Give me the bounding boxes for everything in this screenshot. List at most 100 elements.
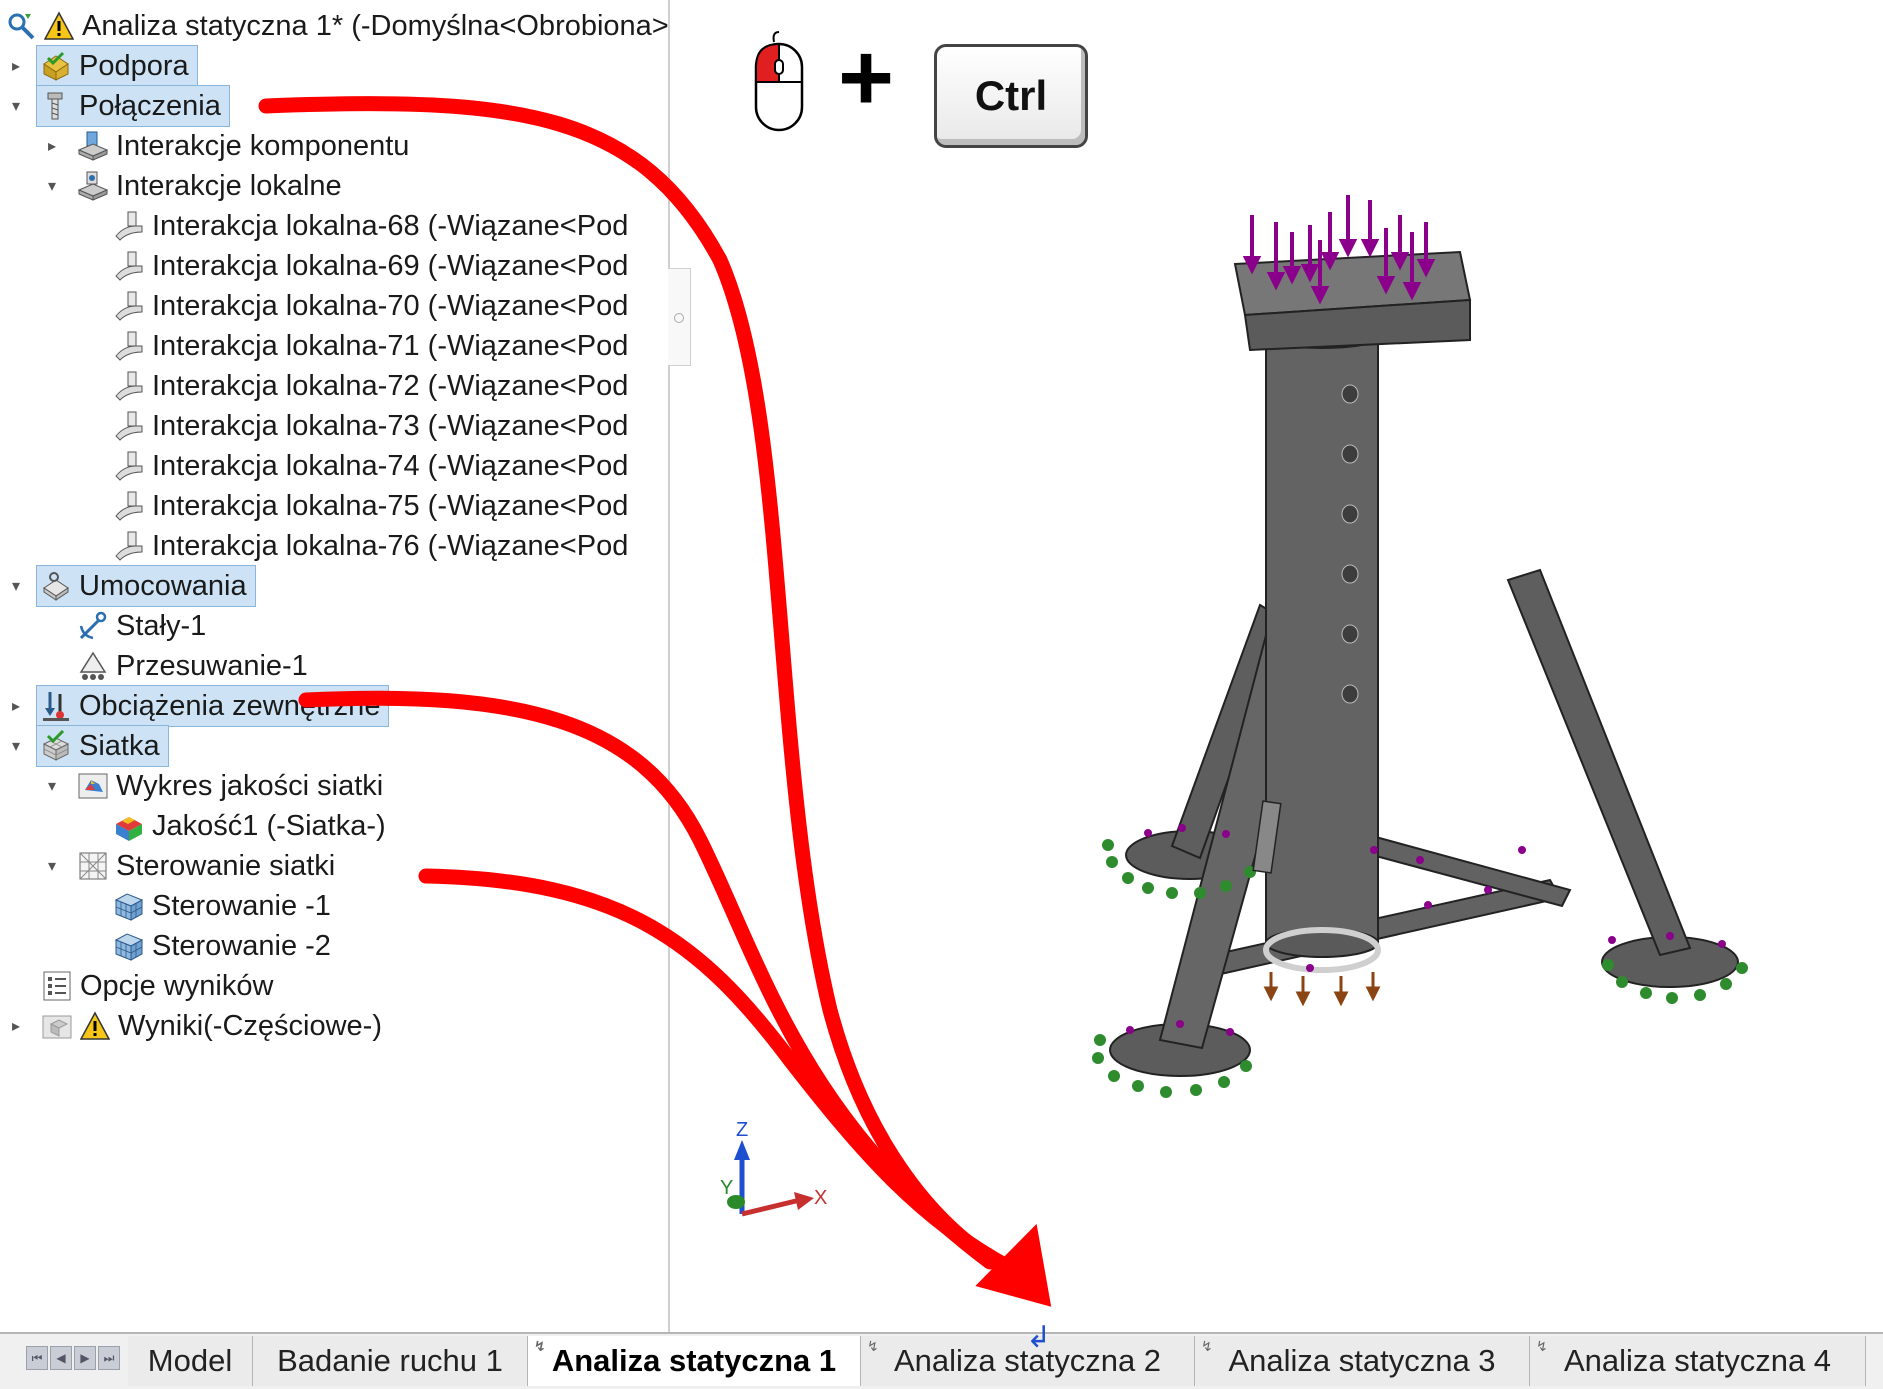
results-folder-icon xyxy=(38,1007,76,1045)
collapse-arrow-icon[interactable]: ▾ xyxy=(6,736,26,756)
tab-label: Badanie ruchu 1 xyxy=(277,1343,503,1378)
tree-item-label: Podpora xyxy=(79,50,189,82)
next-tab-icon[interactable]: ▶ xyxy=(74,1346,96,1370)
expand-arrow-icon[interactable]: ▸ xyxy=(6,56,26,76)
tree-item-sterowanie-2[interactable]: Sterowanie -2 xyxy=(110,926,335,966)
tab-label: Analiza statyczna 3 xyxy=(1228,1343,1496,1378)
tree-item-label: Opcje wyników xyxy=(80,970,274,1002)
bonded-interaction-icon xyxy=(110,487,148,525)
warning-icon xyxy=(76,1007,114,1045)
tree-root[interactable]: Analiza statyczna 1* (-Domyślna<Obrobion… xyxy=(2,6,670,46)
bonded-interaction-icon xyxy=(110,247,148,285)
last-tab-icon[interactable]: ⏭ xyxy=(98,1346,120,1370)
tree-item-label: Interakcja lokalna-70 (-Wiązane<Pod xyxy=(152,290,629,322)
tree-item-przesuwanie[interactable]: Przesuwanie-1 xyxy=(74,646,312,686)
tree-item-local-interaction[interactable]: Interakcja lokalna-74 (-Wiązane<Pod xyxy=(110,446,632,486)
tree-item-wykres[interactable]: ▾ Wykres jakości siatki xyxy=(0,766,387,806)
tree-item-label: Interakcja lokalna-74 (-Wiązane<Pod xyxy=(152,450,629,482)
tree-item-local-interaction[interactable]: Interakcja lokalna-72 (-Wiązane<Pod xyxy=(110,366,632,406)
graphics-area[interactable]: + Ctrl Z Y X xyxy=(670,0,1883,1332)
tree-item-opcje[interactable]: Opcje wyników xyxy=(38,966,277,1006)
orientation-triad: Z Y X xyxy=(720,1120,827,1217)
tree-item-local-interaction[interactable]: Interakcja lokalna-73 (-Wiązane<Pod xyxy=(110,406,632,446)
connections-icon xyxy=(37,87,75,125)
tree-item-local-interaction[interactable]: Interakcja lokalna-75 (-Wiązane<Pod xyxy=(110,486,632,526)
tree-item-label: Interakcje lokalne xyxy=(116,170,342,202)
tree-item-label: Połączenia xyxy=(79,90,221,122)
warning-icon xyxy=(40,7,78,45)
mesh-control-folder-icon xyxy=(74,847,112,885)
tree-item-label: Przesuwanie-1 xyxy=(116,650,308,682)
tree-item-label: Obciążenia zewnętrzne xyxy=(79,690,381,722)
triad-y-label: Y xyxy=(720,1177,733,1199)
collapse-arrow-icon[interactable]: ▾ xyxy=(6,576,26,596)
tree-item-jakosc[interactable]: Jakość1 (-Siatka-) xyxy=(110,806,390,846)
tree-item-podpora[interactable]: ▸ Podpora xyxy=(0,45,198,87)
result-options-icon xyxy=(38,967,76,1005)
tree-item-local-interaction[interactable]: Interakcja lokalna-69 (-Wiązane<Pod xyxy=(110,246,632,286)
plot-icon xyxy=(110,807,148,845)
collapse-arrow-icon[interactable]: ▾ xyxy=(42,176,62,196)
bonded-interaction-icon xyxy=(110,447,148,485)
tree-item-siatka[interactable]: ▾ Siatka xyxy=(0,725,169,767)
bonded-interaction-icon xyxy=(110,287,148,325)
tree-item-wyniki[interactable]: ▸ Wyniki(-Częściowe-) xyxy=(0,1006,386,1046)
tab-analiza-statyczna-4[interactable]: ↯ Analiza statyczna 4 xyxy=(1530,1336,1866,1386)
mesh-control-icon xyxy=(110,887,148,925)
tree-item-interakcje-komponentu[interactable]: ▸ Interakcje komponentu xyxy=(0,126,413,166)
first-tab-icon[interactable]: ⏮ xyxy=(26,1346,48,1370)
expand-arrow-icon[interactable]: ▸ xyxy=(42,136,62,156)
tree-item-local-interaction[interactable]: Interakcja lokalna-68 (-Wiązane<Pod xyxy=(110,206,632,246)
tree-item-umocowania[interactable]: ▾ Umocowania xyxy=(0,565,256,607)
tree-item-label: Wykres jakości siatki xyxy=(116,770,384,802)
tab-analiza-statyczna-1[interactable]: ↯ Analiza statyczna 1 xyxy=(528,1336,861,1386)
tree-item-label: Interakcja lokalna-75 (-Wiązane<Pod xyxy=(152,490,629,522)
bonded-interaction-icon xyxy=(110,527,148,565)
tree-item-polaczenia[interactable]: ▾ Połączenia xyxy=(0,85,230,127)
study-tab-bar: ⏮ ◀ ▶ ⏭ Model Badanie ruchu 1 ↯ Analiza … xyxy=(0,1321,1883,1389)
tree-item-local-interaction[interactable]: Interakcja lokalna-70 (-Wiązane<Pod xyxy=(110,286,632,326)
tree-item-label: Stały-1 xyxy=(116,610,207,642)
bonded-interaction-icon xyxy=(110,207,148,245)
tree-item-local-interaction[interactable]: Interakcja lokalna-76 (-Wiązane<Pod xyxy=(110,526,632,566)
collapse-arrow-icon[interactable]: ▾ xyxy=(42,856,62,876)
tree-item-staly[interactable]: Stały-1 xyxy=(74,606,210,646)
tree-item-interakcje-lokalne[interactable]: ▾ Interakcje lokalne xyxy=(0,166,346,206)
support-part-icon xyxy=(37,47,75,85)
tree-item-sterowanie-1[interactable]: Sterowanie -1 xyxy=(110,886,335,926)
bonded-interaction-icon xyxy=(110,367,148,405)
fixtures-icon xyxy=(37,567,75,605)
expand-arrow-icon[interactable]: ▸ xyxy=(6,696,26,716)
tree-item-obciazenia[interactable]: ▸ Obciążenia zewnętrzne xyxy=(0,685,390,727)
tree-item-local-interaction[interactable]: Interakcja lokalna-71 (-Wiązane<Pod xyxy=(110,326,632,366)
tree-item-label: Sterowanie -2 xyxy=(152,930,331,962)
tree-item-label: Interakcja lokalna-72 (-Wiązane<Pod xyxy=(152,370,629,402)
tree-item-label: Interakcja lokalna-71 (-Wiązane<Pod xyxy=(152,330,629,362)
tree-item-label: Jakość1 (-Siatka-) xyxy=(152,810,386,842)
mesh-control-icon xyxy=(110,927,148,965)
triad-z-label: Z xyxy=(736,1120,748,1141)
tree-item-label: Interakcja lokalna-73 (-Wiązane<Pod xyxy=(152,410,629,442)
tab-analiza-statyczna-3[interactable]: ↯ Analiza statyczna 3 xyxy=(1195,1336,1530,1386)
feature-manager-tree: Analiza statyczna 1* (-Domyślna<Obrobion… xyxy=(0,0,670,1332)
tree-item-label: Interakcja lokalna-68 (-Wiązane<Pod xyxy=(152,210,629,242)
tab-model[interactable]: Model xyxy=(128,1336,253,1386)
tree-item-label: Umocowania xyxy=(79,570,247,602)
tree-item-label: Interakcja lokalna-76 (-Wiązane<Pod xyxy=(152,530,629,562)
tree-item-sterowanie-siatki[interactable]: ▾ Sterowanie siatki xyxy=(0,846,339,886)
tab-label: Analiza statyczna 1 xyxy=(551,1343,837,1378)
prev-tab-icon[interactable]: ◀ xyxy=(50,1346,72,1370)
model-3d-view[interactable] xyxy=(670,0,1883,1332)
tab-badanie-ruchu-1[interactable]: Badanie ruchu 1 xyxy=(253,1336,528,1386)
bonded-interaction-icon xyxy=(110,407,148,445)
mesh-icon xyxy=(37,727,75,765)
mesh-quality-plot-folder-icon xyxy=(74,767,112,805)
roller-slider-icon xyxy=(74,647,112,685)
collapse-arrow-icon[interactable]: ▾ xyxy=(42,776,62,796)
expand-arrow-icon[interactable]: ▸ xyxy=(6,1016,26,1036)
drop-cursor-icon: ↲ xyxy=(1026,1321,1052,1354)
collapse-arrow-icon[interactable]: ▾ xyxy=(6,96,26,116)
tab-label: Analiza statyczna 4 xyxy=(1563,1343,1832,1378)
tree-root-label: Analiza statyczna 1* (-Domyślna<Obrobion… xyxy=(82,10,670,42)
external-loads-icon xyxy=(37,687,75,725)
